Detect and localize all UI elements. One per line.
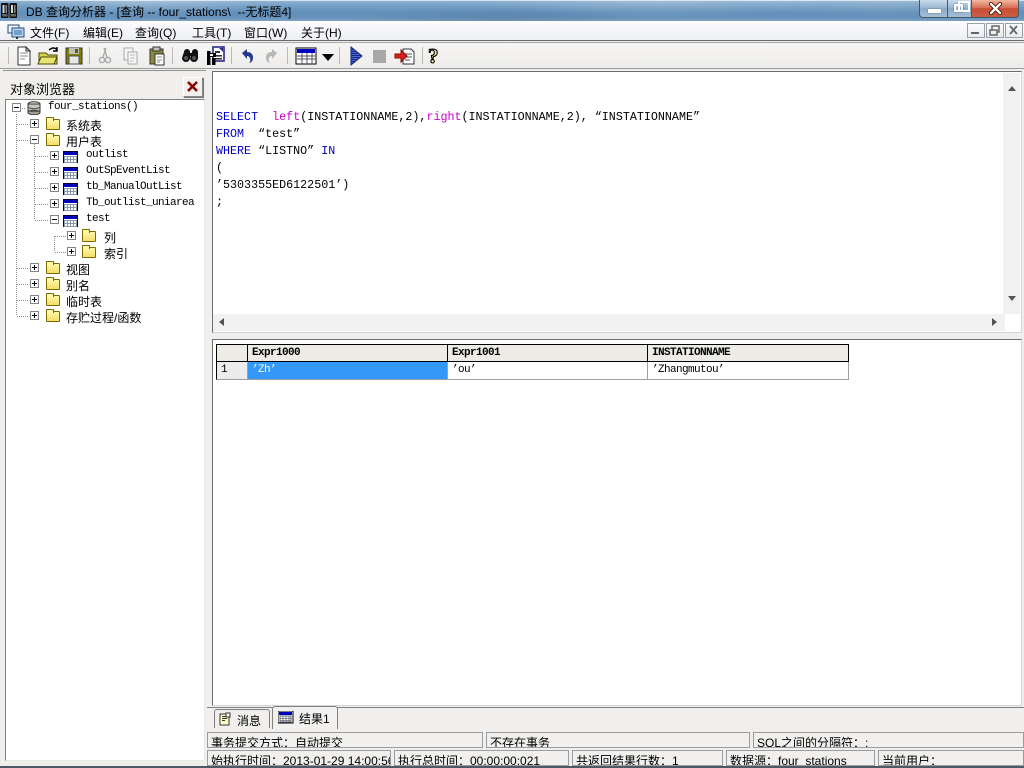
svg-text:?: ? — [428, 45, 439, 67]
